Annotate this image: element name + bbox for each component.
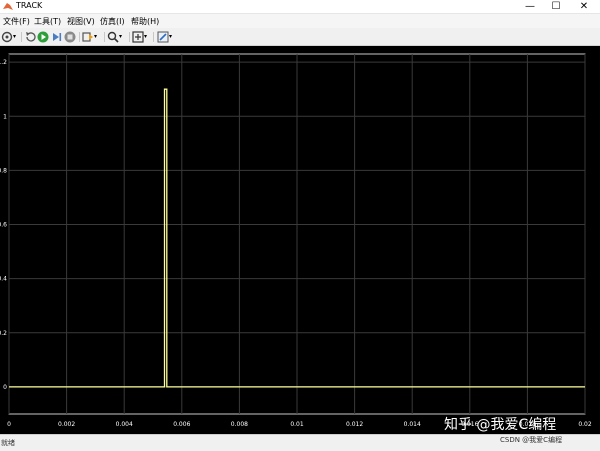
- menu-file[interactable]: 文件(F): [3, 16, 30, 27]
- x-tick-label: 0.002: [58, 421, 75, 428]
- y-tick-label: 0.4: [0, 276, 7, 283]
- close-button[interactable]: ✕: [571, 0, 597, 13]
- edit-axes-dropdown-icon[interactable]: ▾: [169, 31, 181, 43]
- title-bar: TRACK — ☐ ✕: [0, 0, 600, 14]
- watermark-zhihu: 知乎 @我爱C编程: [444, 417, 557, 433]
- toolbar: ▾ ▾ ▾ ▾ ▾: [0, 29, 600, 46]
- x-tick-label: 0.01: [290, 421, 304, 428]
- y-tick-label: 0.6: [0, 222, 7, 229]
- menu-help[interactable]: 帮助(H): [131, 16, 159, 27]
- settings-icon[interactable]: [1, 31, 13, 43]
- toolbar-separator: [153, 32, 154, 42]
- y-tick-label: 0.2: [0, 330, 7, 337]
- matlab-logo-icon: [3, 3, 13, 10]
- menu-tools[interactable]: 工具(T): [34, 16, 61, 27]
- y-tick-label: 1: [3, 113, 7, 120]
- run-icon[interactable]: [37, 31, 49, 43]
- x-tick-label: 0.012: [346, 421, 363, 428]
- x-tick-label: 0.014: [404, 421, 421, 428]
- toolbar-separator: [21, 32, 22, 42]
- scope-plot-area[interactable]: 0 0.002 0.004 0.006 0.008 0.01 0.012 0.014 0.016…: [0, 46, 600, 434]
- toolbar-separator: [129, 32, 130, 42]
- stop-icon[interactable]: [64, 31, 76, 43]
- toolbar-separator: [104, 32, 105, 42]
- menu-view[interactable]: 视图(V): [67, 16, 95, 27]
- fit-dropdown-icon[interactable]: ▾: [144, 31, 156, 43]
- fit-to-view-icon[interactable]: [132, 31, 144, 43]
- edit-axes-icon[interactable]: [157, 31, 169, 43]
- x-tick-label: 0.008: [231, 421, 248, 428]
- y-tick-label: 0: [3, 384, 7, 391]
- minimize-button[interactable]: —: [517, 0, 543, 13]
- y-tick-label: 1.2: [0, 59, 7, 66]
- highlight-icon[interactable]: [82, 31, 94, 43]
- window-title: TRACK: [16, 1, 43, 10]
- status-text: 就绪: [1, 439, 15, 447]
- x-tick-label: 0.02: [578, 421, 592, 428]
- scope-chart[interactable]: 0 0.002 0.004 0.006 0.008 0.01 0.012 0.014 0.016…: [0, 46, 600, 434]
- watermark-csdn: CSDN @我爱C编程: [500, 436, 563, 444]
- x-tick-label: 0.004: [116, 421, 133, 428]
- x-tick-label: 0.006: [173, 421, 190, 428]
- restore-icon[interactable]: [24, 31, 36, 43]
- toolbar-separator: [79, 32, 80, 42]
- x-tick-label: 0: [7, 421, 11, 428]
- zoom-icon[interactable]: [107, 31, 119, 43]
- step-forward-icon[interactable]: [51, 31, 63, 43]
- maximize-button[interactable]: ☐: [543, 0, 569, 13]
- menu-bar: 文件(F) 工具(T) 视图(V) 仿真(I) 帮助(H): [0, 14, 600, 28]
- y-tick-label: 0.8: [0, 167, 7, 174]
- menu-simulation[interactable]: 仿真(I): [100, 16, 125, 27]
